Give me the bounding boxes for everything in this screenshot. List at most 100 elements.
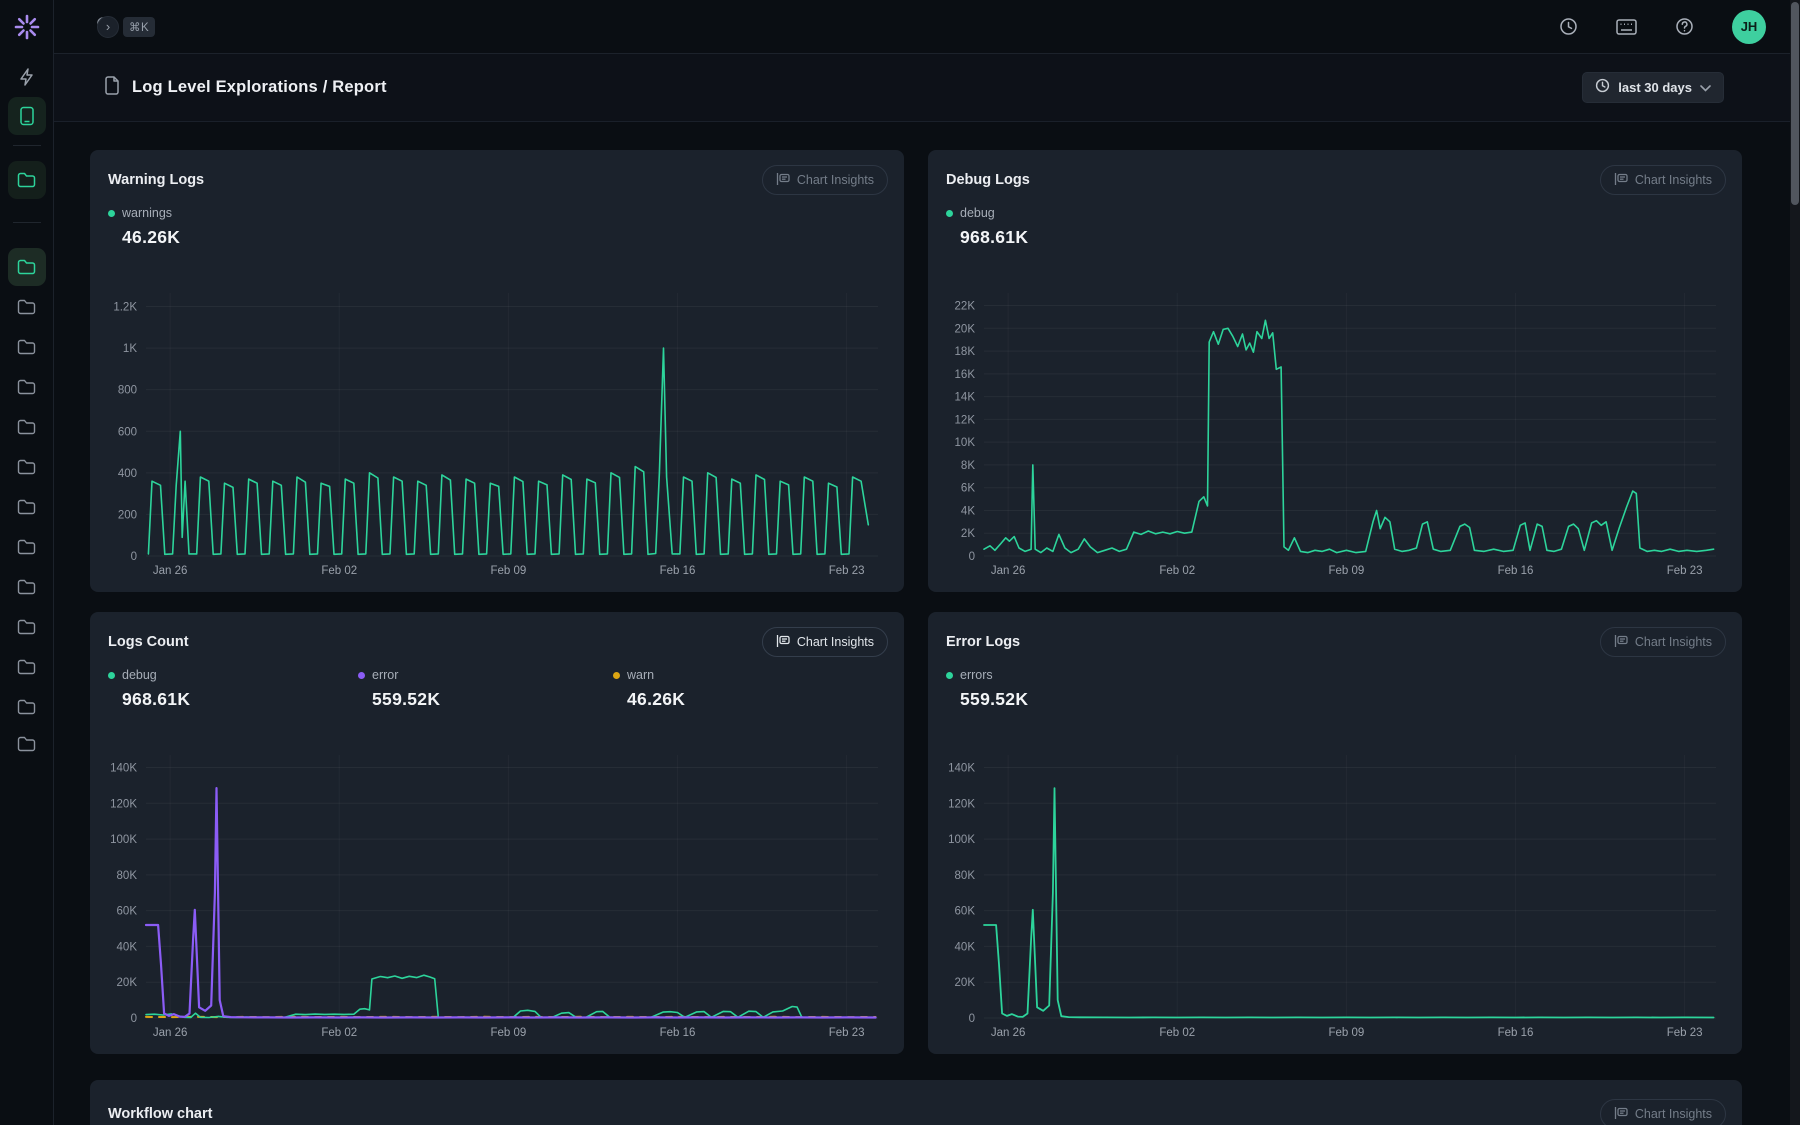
svg-text:0: 0 <box>969 551 975 563</box>
app-logo-icon[interactable] <box>14 14 40 40</box>
avatar[interactable]: JH <box>1732 10 1766 44</box>
svg-text:1.2K: 1.2K <box>113 302 137 314</box>
card-title: Warning Logs <box>108 172 204 188</box>
chart-insights-button[interactable]: Chart Insights <box>1600 1099 1726 1125</box>
svg-text:40K: 40K <box>955 941 976 953</box>
sidebar-item-folder[interactable] <box>8 648 46 686</box>
svg-text:18K: 18K <box>955 346 976 358</box>
sidebar-item-getting-started[interactable] <box>8 58 46 96</box>
insights-icon <box>1614 634 1628 651</box>
svg-text:14K: 14K <box>955 392 976 404</box>
svg-text:140K: 140K <box>110 763 137 775</box>
time-range-dropdown[interactable]: last 30 days <box>1582 72 1724 103</box>
sidebar-item-folder[interactable] <box>8 368 46 406</box>
svg-text:60K: 60K <box>955 906 976 918</box>
svg-text:140K: 140K <box>948 763 975 775</box>
sidebar-item-folder[interactable] <box>8 328 46 366</box>
svg-text:Feb 02: Feb 02 <box>1159 565 1195 577</box>
chart-insights-button[interactable]: Chart Insights <box>1600 627 1726 657</box>
folder-icon <box>17 699 36 715</box>
svg-text:Jan 26: Jan 26 <box>991 565 1026 577</box>
svg-text:Feb 09: Feb 09 <box>1328 1027 1364 1039</box>
folder-icon <box>17 619 36 635</box>
sidebar-item-dashboards-active[interactable] <box>8 97 46 135</box>
sidebar-item-folder-pinned[interactable] <box>8 161 46 199</box>
svg-text:8K: 8K <box>961 460 975 472</box>
legend-errors: errors 559.52K <box>946 668 1196 710</box>
folder-icon <box>17 659 36 675</box>
sidebar-divider <box>13 222 41 223</box>
legend-debug: debug 968.61K <box>946 206 1196 248</box>
chart-insights-button[interactable]: Chart Insights <box>762 165 888 195</box>
clock-icon <box>1595 78 1610 98</box>
sidebar-expand-button[interactable]: › <box>97 16 119 38</box>
svg-text:20K: 20K <box>955 977 976 989</box>
debug-logs-chart[interactable]: 02K4K6K8K10K12K14K16K18K20K22KJan 26Feb … <box>940 283 1726 580</box>
dashboard-content: Warning Logs Chart Insights warnings 46.… <box>54 122 1790 1125</box>
svg-text:22K: 22K <box>955 301 976 313</box>
folder-icon <box>17 499 36 515</box>
error-logs-chart[interactable]: 020K40K60K80K100K120K140KJan 26Feb 02Feb… <box>940 745 1726 1042</box>
insights-icon <box>1614 172 1628 189</box>
help-icon[interactable] <box>1675 17 1694 36</box>
chart-insights-button[interactable]: Chart Insights <box>762 627 888 657</box>
svg-text:20K: 20K <box>117 977 138 989</box>
sidebar-item-folder[interactable] <box>8 408 46 446</box>
lightning-icon <box>17 67 37 87</box>
folder-icon <box>17 339 36 355</box>
folder-icon <box>17 736 36 752</box>
sidebar-item-folder[interactable] <box>8 608 46 646</box>
svg-text:10K: 10K <box>955 437 976 449</box>
svg-text:Feb 23: Feb 23 <box>829 565 865 577</box>
keyboard-shortcuts-icon[interactable] <box>1616 19 1637 35</box>
svg-text:200: 200 <box>118 509 137 521</box>
scrollbar-thumb[interactable] <box>1791 2 1799 205</box>
svg-text:Jan 26: Jan 26 <box>153 565 188 577</box>
svg-text:2K: 2K <box>961 528 975 540</box>
legend-warnings: warnings 46.26K <box>108 206 358 248</box>
svg-text:Feb 02: Feb 02 <box>321 565 357 577</box>
insights-icon <box>776 634 790 651</box>
folder-icon <box>17 579 36 595</box>
svg-text:0: 0 <box>131 551 137 563</box>
sidebar-item-folder[interactable] <box>8 488 46 526</box>
chart-insights-button[interactable]: Chart Insights <box>1600 165 1726 195</box>
svg-text:Feb 16: Feb 16 <box>1498 1027 1534 1039</box>
warning-logs-chart[interactable]: 02004006008001K1.2KJan 26Feb 02Feb 09Feb… <box>102 283 888 580</box>
sidebar <box>0 0 54 1125</box>
sidebar-item-folder[interactable] <box>8 448 46 486</box>
sidebar-item-folder[interactable] <box>8 528 46 566</box>
logs-count-chart[interactable]: 020K40K60K80K100K120K140KJan 26Feb 02Feb… <box>102 745 888 1042</box>
card-error-logs: Error Logs Chart Insights errors 559.52K <box>928 612 1742 1054</box>
svg-text:Feb 16: Feb 16 <box>660 1027 696 1039</box>
card-logs-count: Logs Count Chart Insights debug 968.61K <box>90 612 904 1054</box>
sidebar-item-folder[interactable] <box>8 725 46 763</box>
svg-text:80K: 80K <box>955 870 976 882</box>
svg-text:Feb 23: Feb 23 <box>1667 565 1703 577</box>
svg-text:600: 600 <box>118 426 137 438</box>
sidebar-item-folder[interactable] <box>8 688 46 726</box>
card-title: Error Logs <box>946 634 1020 650</box>
svg-text:Feb 09: Feb 09 <box>490 1027 526 1039</box>
time-range-value: last 30 days <box>1618 80 1692 95</box>
search-shortcut-badge: ⌘K <box>123 17 155 37</box>
svg-text:120K: 120K <box>948 798 975 810</box>
card-title: Logs Count <box>108 634 189 650</box>
sidebar-item-folder[interactable] <box>8 568 46 606</box>
svg-text:Feb 16: Feb 16 <box>660 565 696 577</box>
svg-text:800: 800 <box>118 385 137 397</box>
svg-text:100K: 100K <box>948 834 975 846</box>
legend-warn: warn 46.26K <box>613 668 888 710</box>
svg-text:1K: 1K <box>123 343 137 355</box>
svg-text:Jan 26: Jan 26 <box>991 1027 1026 1039</box>
history-clock-icon[interactable] <box>1559 17 1578 36</box>
svg-text:0: 0 <box>969 1013 975 1025</box>
card-title: Debug Logs <box>946 172 1030 188</box>
svg-text:0: 0 <box>131 1013 137 1025</box>
sidebar-item-folder-selected[interactable] <box>8 248 46 286</box>
sidebar-item-folder[interactable] <box>8 288 46 326</box>
document-icon <box>104 76 120 100</box>
legend-debug: debug 968.61K <box>108 668 358 710</box>
folder-icon <box>17 259 36 275</box>
svg-text:4K: 4K <box>961 505 975 517</box>
